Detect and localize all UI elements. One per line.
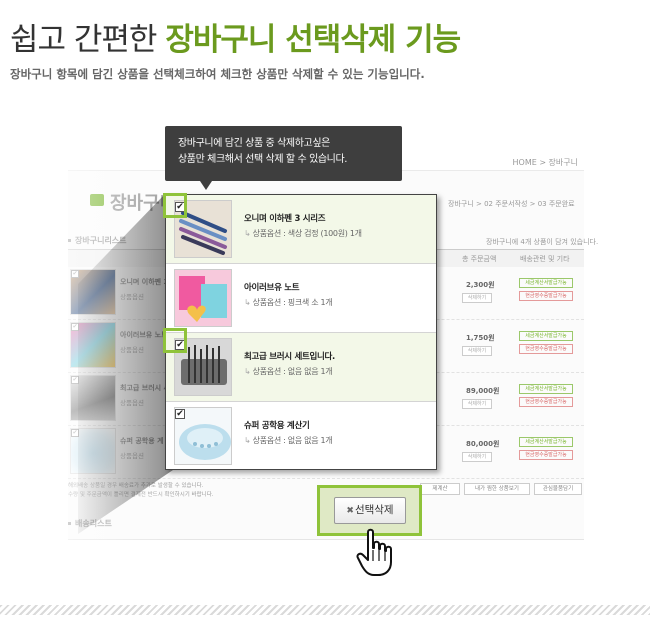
- product-price: 2,300원: [466, 281, 495, 289]
- tax-invoice-badge: 세금계산서발급가능: [519, 331, 573, 341]
- row-checkbox[interactable]: ✔: [175, 409, 185, 419]
- wishlist-view-button[interactable]: 내가 찜한 상품보기: [464, 483, 530, 495]
- row-checkbox[interactable]: ✔: [71, 376, 79, 384]
- product-option: 상품옵션: [120, 346, 144, 354]
- cash-receipt-badge: 현금영수증발급가능: [519, 450, 573, 460]
- product-name: 아이러브유 노트: [120, 331, 168, 339]
- hand-cursor-icon: [356, 528, 392, 576]
- cart-note: 수량 및 주문금액이 틀리면 결제전 반드시 확인하시기 바랍니다.: [68, 492, 214, 498]
- product-thumbnail: [174, 269, 232, 327]
- cash-receipt-badge: 현금영수증발급가능: [519, 344, 573, 354]
- row-checkbox[interactable]: ✔: [175, 340, 185, 350]
- tooltip-arrow: [200, 181, 212, 190]
- tax-invoice-badge: 세금계산서발급가능: [519, 278, 573, 288]
- bottom-divider: [0, 605, 650, 615]
- row-checkbox[interactable]: ✔: [71, 270, 79, 278]
- product-name: 오니며 이하펜 3 시리즈: [244, 214, 326, 224]
- delete-selected-button[interactable]: ✖선택삭제: [334, 497, 406, 524]
- x-icon: ✖: [346, 506, 354, 516]
- headline-bold: 장바구니 선택삭제 기능: [165, 22, 461, 58]
- product-option: 상품옵션 : 색상 검정 (100원) 1개: [244, 228, 362, 239]
- notebook-image-icon: [175, 270, 231, 326]
- list-item: 아이러브유 노트 상품옵션 : 핑크색 소 1개: [166, 264, 436, 333]
- zoomed-cart-list: ✔ 오니며 이하펜 3 시리즈 상품옵션 : 색상 검정 (100원) 1개 아…: [165, 194, 437, 470]
- col-shipping: 배송관련 및 기타: [520, 255, 570, 263]
- tax-invoice-badge: 세금계산서발급가능: [519, 384, 573, 394]
- product-price: 1,750원: [466, 334, 495, 342]
- subheadline: 장바구니 항목에 담긴 상품을 선택체크하여 체크한 상품만 삭제할 수 있는 …: [10, 67, 425, 81]
- product-name: 최고급 브러시 세트입니다.: [244, 352, 335, 362]
- cash-receipt-badge: 현금영수증발급가능: [519, 291, 573, 301]
- tooltip-text: 장바구니에 담긴 상품 중 삭제하고싶은 상품만 체크해서 선택 삭제 할 수 …: [178, 136, 347, 168]
- headline: 쉽고 간편한 장바구니 선택삭제 기능: [10, 14, 461, 59]
- tax-invoice-badge: 세금계산서발급가능: [519, 437, 573, 447]
- row-delete-button[interactable]: 삭제하기: [462, 452, 492, 462]
- product-name: 슈퍼 공학용 계: [120, 437, 164, 445]
- add-favorites-button[interactable]: 관심물품담기: [534, 483, 582, 495]
- list-item: ✔ 슈퍼 공학용 계산기 상품옵션 : 없음 없음 1개: [166, 402, 436, 471]
- row-checkbox[interactable]: ✔: [175, 202, 185, 212]
- cart-logo-icon: [90, 194, 104, 206]
- product-option: 상품옵션: [120, 452, 144, 460]
- headline-light: 쉽고 간편한: [10, 22, 157, 58]
- shipping-list-label: 배송리스트: [68, 518, 112, 529]
- product-option: 상품옵션: [120, 293, 144, 301]
- row-checkbox[interactable]: ✔: [71, 429, 79, 437]
- product-price: 89,000원: [466, 387, 500, 395]
- tooltip: 장바구니에 담긴 상품 중 삭제하고싶은 상품만 체크해서 선택 삭제 할 수 …: [165, 126, 402, 181]
- tooltip-line-2: 상품만 체크해서 선택 삭제 할 수 있습니다.: [178, 154, 348, 165]
- list-item: ✔ 오니며 이하펜 3 시리즈 상품옵션 : 색상 검정 (100원) 1개: [166, 195, 436, 264]
- delete-selected-label: 선택삭제: [354, 504, 394, 516]
- product-name: 오니며 이하펜 3: [120, 278, 169, 286]
- tooltip-line-1: 장바구니에 담긴 상품 중 삭제하고싶은: [178, 138, 330, 149]
- order-steps: 장바구니 > 02 주문서작성 > 03 주문완료: [448, 200, 575, 208]
- product-option: 상품옵션: [120, 399, 144, 407]
- product-option: 상품옵션 : 없음 없음 1개: [244, 366, 333, 377]
- col-total: 총 주문금액: [462, 255, 497, 263]
- product-name: 최고급 브러시 세: [120, 384, 170, 392]
- cart-note: 해외배송 상품일 경우 배송료가 추가로 발생할 수 있습니다.: [68, 483, 204, 489]
- row-delete-button[interactable]: 삭제하기: [462, 293, 492, 303]
- product-name: 아이러브유 노트: [244, 283, 300, 293]
- product-option: 상품옵션 : 없음 없음 1개: [244, 435, 333, 446]
- cart-list-label: 장바구니리스트: [68, 235, 127, 246]
- row-delete-button[interactable]: 삭제하기: [462, 399, 492, 409]
- breadcrumb: HOME > 장바구니: [512, 158, 579, 167]
- list-item: ✔ 최고급 브러시 세트입니다. 상품옵션 : 없음 없음 1개: [166, 333, 436, 402]
- row-delete-button[interactable]: 삭제하기: [462, 346, 492, 356]
- cart-count-note: 장바구니에 4개 상품이 담겨 있습니다.: [486, 238, 599, 246]
- product-name: 슈퍼 공학용 계산기: [244, 421, 310, 431]
- product-price: 80,000원: [466, 440, 500, 448]
- recalculate-button[interactable]: 제계산: [420, 483, 460, 495]
- product-option: 상품옵션 : 핑크색 소 1개: [244, 297, 333, 308]
- row-checkbox[interactable]: ✔: [71, 323, 79, 331]
- cash-receipt-badge: 현금영수증발급가능: [519, 397, 573, 407]
